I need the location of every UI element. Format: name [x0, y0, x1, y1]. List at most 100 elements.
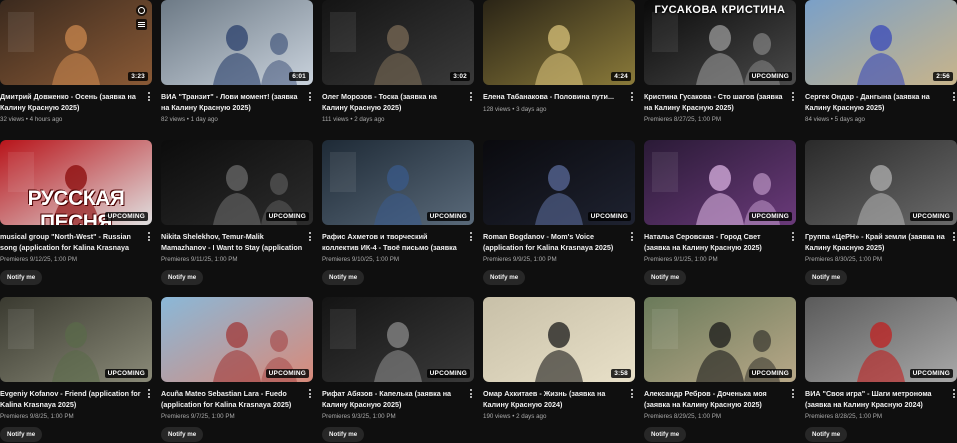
video-stats: Premieres 9/12/25, 1:00 PM — [0, 256, 78, 263]
more-options-icon[interactable] — [629, 389, 635, 401]
duration-badge: 3:23 — [128, 72, 148, 81]
video-title[interactable]: Елена Табанакова - Половина пути... — [483, 92, 625, 103]
video-title[interactable]: Acuña Mateo Sebastian Lara - Fuedo (appl… — [161, 389, 303, 410]
more-options-icon[interactable] — [146, 92, 152, 104]
more-options-icon[interactable] — [468, 389, 474, 401]
guitar-singer-thumbnail[interactable]: 3:02 — [322, 0, 474, 85]
notify-me-button[interactable]: Notify me — [161, 270, 204, 285]
video-title[interactable]: ВИА "Транзит" - Лови момент! (заявка на … — [161, 92, 303, 113]
add-to-queue-icon[interactable] — [136, 19, 147, 30]
video-card[interactable]: UPCOMING Evgeniy Kofanov - Friend (applic… — [0, 297, 152, 442]
notify-me-button[interactable]: Notify me — [483, 270, 526, 285]
notify-me-button[interactable]: Notify me — [161, 427, 204, 442]
stage-singer-thumbnail[interactable]: UPCOMING — [483, 140, 635, 225]
notify-me-button[interactable]: Notify me — [805, 427, 848, 442]
video-title[interactable]: Рафис Ахметов и творческий коллектив ИК-… — [322, 232, 464, 253]
video-meta: Дмитрий Довженко - Осень (заявка на Кали… — [0, 85, 152, 124]
notify-me-button[interactable]: Notify me — [0, 270, 43, 285]
video-card[interactable]: 3:02 Олег Морозов - Тоска (заявка на Кали… — [322, 0, 474, 124]
video-card[interactable]: UPCOMING Наталья Серовская - Город Свет (… — [644, 140, 796, 285]
video-title[interactable]: Nikita Shelekhov, Temur-Malik Mamazhanov… — [161, 232, 303, 253]
more-options-icon[interactable] — [629, 92, 635, 104]
video-stats: Premieres 9/3/25, 1:00 PM — [322, 413, 396, 420]
video-title[interactable]: Группа «ЦеРН» - Край земли (заявка на Ка… — [805, 232, 947, 253]
folk-costume-thumbnail[interactable]: 2:56 — [805, 0, 957, 85]
video-title[interactable]: Александр Ребров - Доченька моя (заявка … — [644, 389, 786, 410]
video-stats: Premieres 9/1/25, 1:00 PM — [644, 256, 718, 263]
band-guitar-thumbnail[interactable]: UPCOMING — [805, 297, 957, 382]
video-title[interactable]: Roman Bogdanov - Mom's Voice (applicatio… — [483, 232, 625, 253]
studio-band-thumbnail[interactable]: UPCOMING — [805, 140, 957, 225]
video-card[interactable]: UPCOMING ВИА "Своя игра" - Шаги метронома… — [805, 297, 957, 442]
guitarist-dark-thumbnail[interactable]: UPCOMING — [322, 297, 474, 382]
duo-portrait-thumbnail[interactable]: UPCOMING — [161, 297, 313, 382]
video-title[interactable]: Олег Морозов - Тоска (заявка на Калину К… — [322, 92, 464, 113]
watch-later-icon[interactable] — [136, 5, 147, 16]
video-meta: Сергек Ондар - Дангына (заявка на Калину… — [805, 85, 957, 124]
video-title[interactable]: Кристина Гусакова - Сто шагов (заявка на… — [644, 92, 786, 113]
upcoming-badge: UPCOMING — [104, 212, 148, 221]
video-title[interactable]: Evgeniy Kofanov - Friend (application fo… — [0, 389, 142, 410]
more-options-icon[interactable] — [146, 389, 152, 401]
notify-me-button[interactable]: Notify me — [322, 270, 365, 285]
duo-guitar-thumbnail[interactable]: 3:58 — [483, 297, 635, 382]
upcoming-badge: UPCOMING — [748, 369, 792, 378]
video-card[interactable]: UPCOMING Рифат Абязов - Капелька (заявка … — [322, 297, 474, 442]
more-options-icon[interactable] — [307, 232, 313, 244]
video-title[interactable]: Омар Ахкитаев - Жизнь (заявка на Калину … — [483, 389, 625, 410]
video-card[interactable]: UPCOMING Группа «ЦеРН» - Край земли (заяв… — [805, 140, 957, 285]
video-card[interactable]: UPCOMING Roman Bogdanov - Mom's Voice (ap… — [483, 140, 635, 285]
video-stats: 32 views • 4 hours ago — [0, 116, 63, 123]
video-card[interactable]: 4:24 Елена Табанакова - Половина пути... 1… — [483, 0, 635, 114]
video-title[interactable]: Сергек Ондар - Дангына (заявка на Калину… — [805, 92, 947, 113]
video-title[interactable]: Наталья Серовская - Город Свет (заявка н… — [644, 232, 786, 253]
video-stats: Premieres 9/7/25, 1:00 PM — [161, 413, 235, 420]
video-card[interactable]: 3:23 Дмитрий Довженко - Осень (заявка на … — [0, 0, 152, 124]
video-card[interactable]: 2:56 Сергек Ондар - Дангына (заявка на Ка… — [805, 0, 957, 124]
keyboard-thumbnail[interactable]: UPCOMING — [644, 140, 796, 225]
video-title[interactable]: Дмитрий Довженко - Осень (заявка на Кали… — [0, 92, 142, 113]
more-options-icon[interactable] — [307, 389, 313, 401]
video-card[interactable]: РУССКАЯ ПЕСНЯ UPCOMING musical group "Nort… — [0, 140, 152, 285]
workshop-thumbnail[interactable]: UPCOMING — [322, 140, 474, 225]
notify-me-button[interactable]: Notify me — [644, 270, 687, 285]
notify-me-button[interactable]: Notify me — [644, 427, 687, 442]
dark-portrait-thumbnail[interactable]: UPCOMING — [161, 140, 313, 225]
kitchen-scene-thumbnail[interactable]: UPCOMING — [0, 297, 152, 382]
more-options-icon[interactable] — [790, 232, 796, 244]
more-options-icon[interactable] — [951, 92, 957, 104]
notify-me-button[interactable]: Notify me — [322, 427, 365, 442]
video-card[interactable]: ГУСАКОВА КРИСТИНА UPCOMING Кристина Гусако… — [644, 0, 796, 124]
notify-me-button[interactable]: Notify me — [805, 270, 848, 285]
video-card[interactable]: UPCOMING Александр Ребров - Доченька моя … — [644, 297, 796, 442]
more-options-icon[interactable] — [790, 389, 796, 401]
video-stats: 190 views • 2 days ago — [483, 413, 547, 420]
more-options-icon[interactable] — [790, 92, 796, 104]
video-meta: Рафис Ахметов и творческий коллектив ИК-… — [322, 225, 474, 285]
more-options-icon[interactable] — [468, 232, 474, 244]
video-title[interactable]: Рифат Абязов - Капелька (заявка на Калин… — [322, 389, 464, 410]
singer-guitar-thumbnail[interactable]: 4:24 — [483, 0, 635, 85]
more-options-icon[interactable] — [629, 232, 635, 244]
video-title[interactable]: ВИА "Своя игра" - Шаги метронома (заявка… — [805, 389, 947, 410]
autumn-park-thumbnail[interactable]: 3:23 — [0, 0, 152, 85]
video-card[interactable]: 3:58 Омар Ахкитаев - Жизнь (заявка на Кал… — [483, 297, 635, 421]
portrait-thumbnail[interactable]: ГУСАКОВА КРИСТИНА UPCOMING — [644, 0, 796, 85]
band-room-thumbnail[interactable]: 6:01 — [161, 0, 313, 85]
video-card[interactable]: 6:01 ВИА "Транзит" - Лови момент! (заявка… — [161, 0, 313, 124]
video-title[interactable]: musical group "North-West" - Russian son… — [0, 232, 142, 253]
video-card[interactable]: UPCOMING Acuña Mateo Sebastian Lara - Fue… — [161, 297, 313, 442]
video-meta: Александр Ребров - Доченька моя (заявка … — [644, 382, 796, 442]
more-options-icon[interactable] — [951, 389, 957, 401]
choir-banner-thumbnail[interactable]: РУССКАЯ ПЕСНЯ UPCOMING — [0, 140, 152, 225]
video-meta: Олег Морозов - Тоска (заявка на Калину К… — [322, 85, 474, 124]
video-card[interactable]: UPCOMING Nikita Shelekhov, Temur-Malik Ma… — [161, 140, 313, 285]
room-portrait-thumbnail[interactable]: UPCOMING — [644, 297, 796, 382]
more-options-icon[interactable] — [468, 92, 474, 104]
more-options-icon[interactable] — [146, 232, 152, 244]
notify-me-button[interactable]: Notify me — [0, 427, 43, 442]
video-card[interactable]: UPCOMING Рафис Ахметов и творческий колле… — [322, 140, 474, 285]
more-options-icon[interactable] — [951, 232, 957, 244]
more-options-icon[interactable] — [307, 92, 313, 104]
upcoming-badge: UPCOMING — [587, 212, 631, 221]
